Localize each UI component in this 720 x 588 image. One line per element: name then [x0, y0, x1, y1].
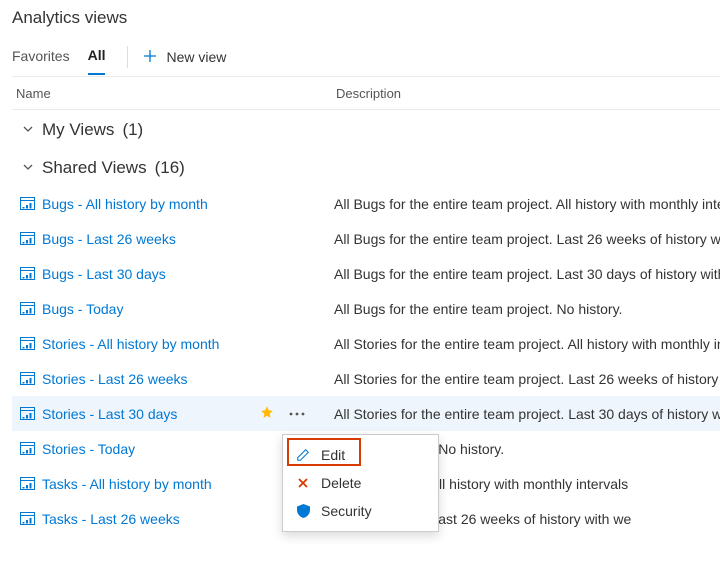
- group-label: My Views: [42, 120, 114, 140]
- view-icon: [12, 232, 42, 245]
- menu-item-label: Delete: [321, 475, 361, 491]
- view-name-link[interactable]: Bugs - All history by month: [42, 196, 252, 212]
- shared-views-list: Bugs - All history by month All Bugs for …: [12, 186, 720, 536]
- new-view-button[interactable]: New view: [142, 48, 226, 67]
- table-row[interactable]: Stories - Last 26 weeks All Stories for t…: [12, 361, 720, 396]
- toolbar: Favorites All New view: [12, 38, 720, 76]
- view-icon: [12, 267, 42, 280]
- view-description: All Bugs for the entire team project. No…: [312, 301, 720, 317]
- group-count: (16): [155, 158, 185, 178]
- new-view-label: New view: [166, 49, 226, 65]
- view-icon: [12, 407, 42, 420]
- menu-item-delete[interactable]: Delete: [283, 469, 438, 497]
- tab-favorites[interactable]: Favorites: [12, 40, 70, 74]
- view-icon: [12, 442, 42, 455]
- table-row[interactable]: Bugs - Today All Bugs for the entire team…: [12, 291, 720, 326]
- menu-item-label: Edit: [321, 447, 345, 463]
- view-name-link[interactable]: Stories - All history by month: [42, 336, 252, 352]
- view-icon: [12, 337, 42, 350]
- view-description: All Bugs for the entire team project. Al…: [312, 196, 720, 212]
- menu-item-edit[interactable]: Edit: [283, 441, 438, 469]
- group-shared-views[interactable]: Shared Views (16): [12, 148, 720, 186]
- chevron-down-icon: [22, 120, 34, 140]
- menu-item-label: Security: [321, 503, 372, 519]
- view-icon: [12, 477, 42, 490]
- view-name-link[interactable]: Tasks - Last 26 weeks: [42, 511, 252, 527]
- table-row[interactable]: Bugs - All history by month All Bugs for …: [12, 186, 720, 221]
- page-title: Analytics views: [12, 8, 720, 28]
- column-name[interactable]: Name: [12, 86, 336, 101]
- edit-icon: [295, 448, 311, 462]
- more-actions-button[interactable]: [282, 412, 312, 416]
- view-icon: [12, 302, 42, 315]
- tab-all[interactable]: All: [88, 39, 106, 75]
- view-name-link[interactable]: Tasks - All history by month: [42, 476, 252, 492]
- view-name-link[interactable]: Bugs - Last 26 weeks: [42, 231, 252, 247]
- view-name-link[interactable]: Bugs - Today: [42, 301, 252, 317]
- favorite-star-icon[interactable]: [252, 405, 282, 422]
- table-row[interactable]: Bugs - Last 30 days All Bugs for the enti…: [12, 256, 720, 291]
- table-row[interactable]: Bugs - Last 26 weeks All Bugs for the ent…: [12, 221, 720, 256]
- view-description: All Bugs for the entire team project. La…: [312, 231, 720, 247]
- group-count: (1): [122, 120, 143, 140]
- column-headers: Name Description: [12, 76, 720, 110]
- view-description: All Stories for the entire team project.…: [312, 406, 720, 422]
- view-name-link[interactable]: Stories - Today: [42, 441, 252, 457]
- view-description: All Bugs for the entire team project. La…: [312, 266, 720, 282]
- group-my-views[interactable]: My Views (1): [12, 110, 720, 148]
- table-row[interactable]: Stories - All history by month All Storie…: [12, 326, 720, 361]
- delete-icon: [295, 477, 311, 489]
- view-name-link[interactable]: Stories - Last 30 days: [42, 406, 252, 422]
- group-label: Shared Views: [42, 158, 147, 178]
- view-name-link[interactable]: Stories - Last 26 weeks: [42, 371, 252, 387]
- separator: [127, 46, 128, 68]
- plus-icon: [142, 48, 158, 67]
- column-description[interactable]: Description: [336, 86, 720, 101]
- chevron-down-icon: [22, 158, 34, 178]
- security-icon: [295, 504, 311, 518]
- table-row[interactable]: Stories - Last 30 days All Stories for th…: [12, 396, 720, 431]
- view-icon: [12, 372, 42, 385]
- context-menu: Edit Delete Security: [282, 434, 439, 532]
- menu-item-security[interactable]: Security: [283, 497, 438, 525]
- view-description: All Stories for the entire team project.…: [312, 371, 720, 387]
- view-icon: [12, 197, 42, 210]
- view-name-link[interactable]: Bugs - Last 30 days: [42, 266, 252, 282]
- view-description: All Stories for the entire team project.…: [312, 336, 720, 352]
- view-icon: [12, 512, 42, 525]
